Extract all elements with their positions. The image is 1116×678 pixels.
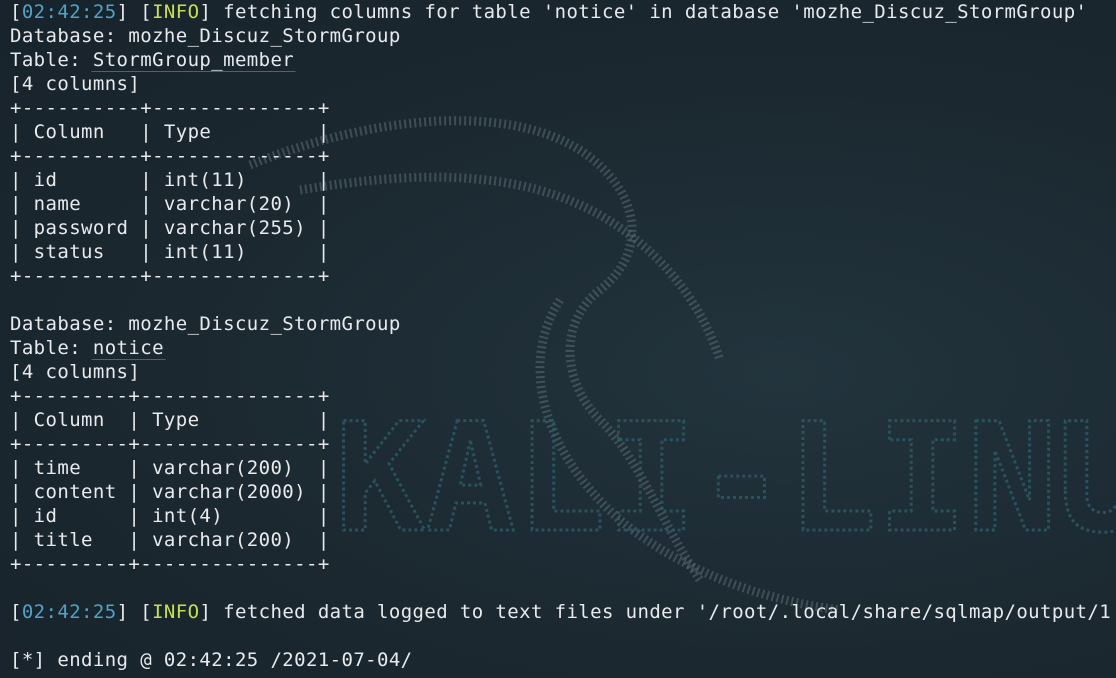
table-row: | title | varchar(200) | [10, 529, 330, 551]
table-row: | password | varchar(255) | [10, 217, 330, 239]
database-line: Database: mozhe_Discuz_StormGroup [10, 313, 401, 335]
table-name-highlighted: notice [90, 337, 166, 360]
table-header: | Column | Type | [10, 409, 330, 431]
log-level: INFO [152, 1, 200, 23]
table-border: +----------+--------------+ [10, 265, 330, 287]
log-line-fetching: [02:42:25] [INFO] fetching columns for t… [10, 1, 1088, 23]
terminal-output: [02:42:25] [INFO] fetching columns for t… [10, 0, 1116, 672]
table-border: +----------+--------------+ [10, 97, 330, 119]
column-count: [4 columns] [10, 73, 141, 95]
table-line: Table: notice [10, 336, 1116, 360]
log-line-fetched: [02:42:25] [INFO] fetched data logged to… [10, 601, 1112, 623]
terminal-window[interactable]: KALI-LINUX [02:42:25] [INFO] fetching co… [0, 0, 1116, 678]
log-timestamp: 02:42:25 [21, 1, 117, 23]
table-border: +----------+--------------+ [10, 145, 330, 167]
log-line-ending: [*] ending @ 02:42:25 /2021-07-04/ [10, 649, 413, 671]
table-label: Table: [10, 337, 93, 359]
table-row: | content | varchar(2000) | [10, 481, 330, 503]
log-level: INFO [152, 601, 200, 623]
table-border: +---------+---------------+ [10, 553, 330, 575]
table-row: | status | int(11) | [10, 241, 330, 263]
table-border: +---------+---------------+ [10, 385, 330, 407]
log-timestamp: 02:42:25 [21, 601, 117, 623]
table-row: | name | varchar(20) | [10, 193, 330, 215]
log-message: fetching columns for table 'notice' in d… [211, 1, 1088, 23]
table-header: | Column | Type | [10, 121, 330, 143]
table-row: | time | varchar(200) | [10, 457, 330, 479]
column-count: [4 columns] [10, 361, 141, 383]
log-message: fetched data logged to text files under … [211, 601, 1112, 623]
table-row: | id | int(4) | [10, 505, 330, 527]
table-line: Table: StormGroup_member [10, 48, 1116, 72]
database-line: Database: mozhe_Discuz_StormGroup [10, 25, 401, 47]
table-row: | id | int(11) | [10, 169, 330, 191]
table-name-highlighted: StormGroup_member [90, 49, 297, 72]
table-label: Table: [10, 49, 93, 71]
table-border: +---------+---------------+ [10, 433, 330, 455]
